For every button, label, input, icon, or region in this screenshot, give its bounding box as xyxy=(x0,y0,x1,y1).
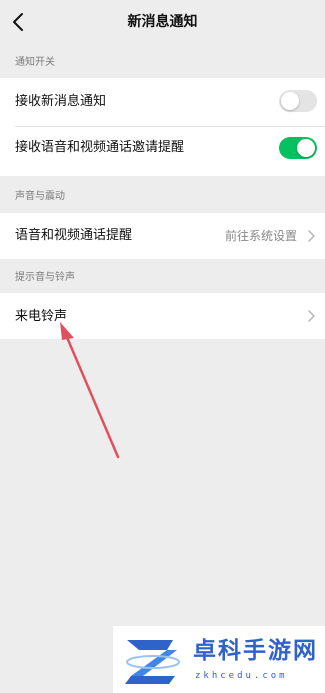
chevron-right-icon xyxy=(308,310,315,322)
section-label-notification-switch: 通知开关 xyxy=(15,57,55,68)
chevron-right-icon xyxy=(308,230,315,242)
settings-group-notification-switch: 接收新消息通知 接收语音和视频通话邀请提醒 xyxy=(0,78,325,176)
chevron-left-icon[interactable] xyxy=(10,11,28,33)
toggle-knob xyxy=(281,92,299,110)
section-label-sound-vibration: 声音与震动 xyxy=(15,191,65,202)
row-value-system-settings: 前往系统设置 xyxy=(224,229,297,243)
receive-new-messages-toggle[interactable] xyxy=(279,90,317,112)
row-label-receive-new-messages: 接收新消息通知 xyxy=(15,94,107,109)
watermark-logo: 卓科手游网 zkhcedu.com xyxy=(113,626,325,693)
navigation-bar: 新消息通知 xyxy=(0,0,325,46)
row-label-call-reminder: 语音和视频通话提醒 xyxy=(15,228,133,243)
divider xyxy=(15,126,325,127)
row-incoming-call-ringtone[interactable]: 来电铃声 xyxy=(0,293,325,339)
row-label-incoming-call-ringtone: 来电铃声 xyxy=(15,309,68,324)
site-logo-icon xyxy=(125,640,180,684)
page-title: 新消息通知 xyxy=(127,14,198,30)
section-label-tones-ringtones: 提示音与铃声 xyxy=(15,272,75,283)
watermark-title: 卓科手游网 xyxy=(193,638,318,664)
call-invite-reminder-toggle[interactable] xyxy=(279,137,317,159)
watermark-url: zkhcedu.com xyxy=(195,671,288,681)
toggle-knob xyxy=(297,139,315,157)
row-call-reminder[interactable]: 语音和视频通话提醒 前往系统设置 xyxy=(0,213,325,259)
row-label-call-invite-reminder: 接收语音和视频通话邀请提醒 xyxy=(15,140,185,155)
